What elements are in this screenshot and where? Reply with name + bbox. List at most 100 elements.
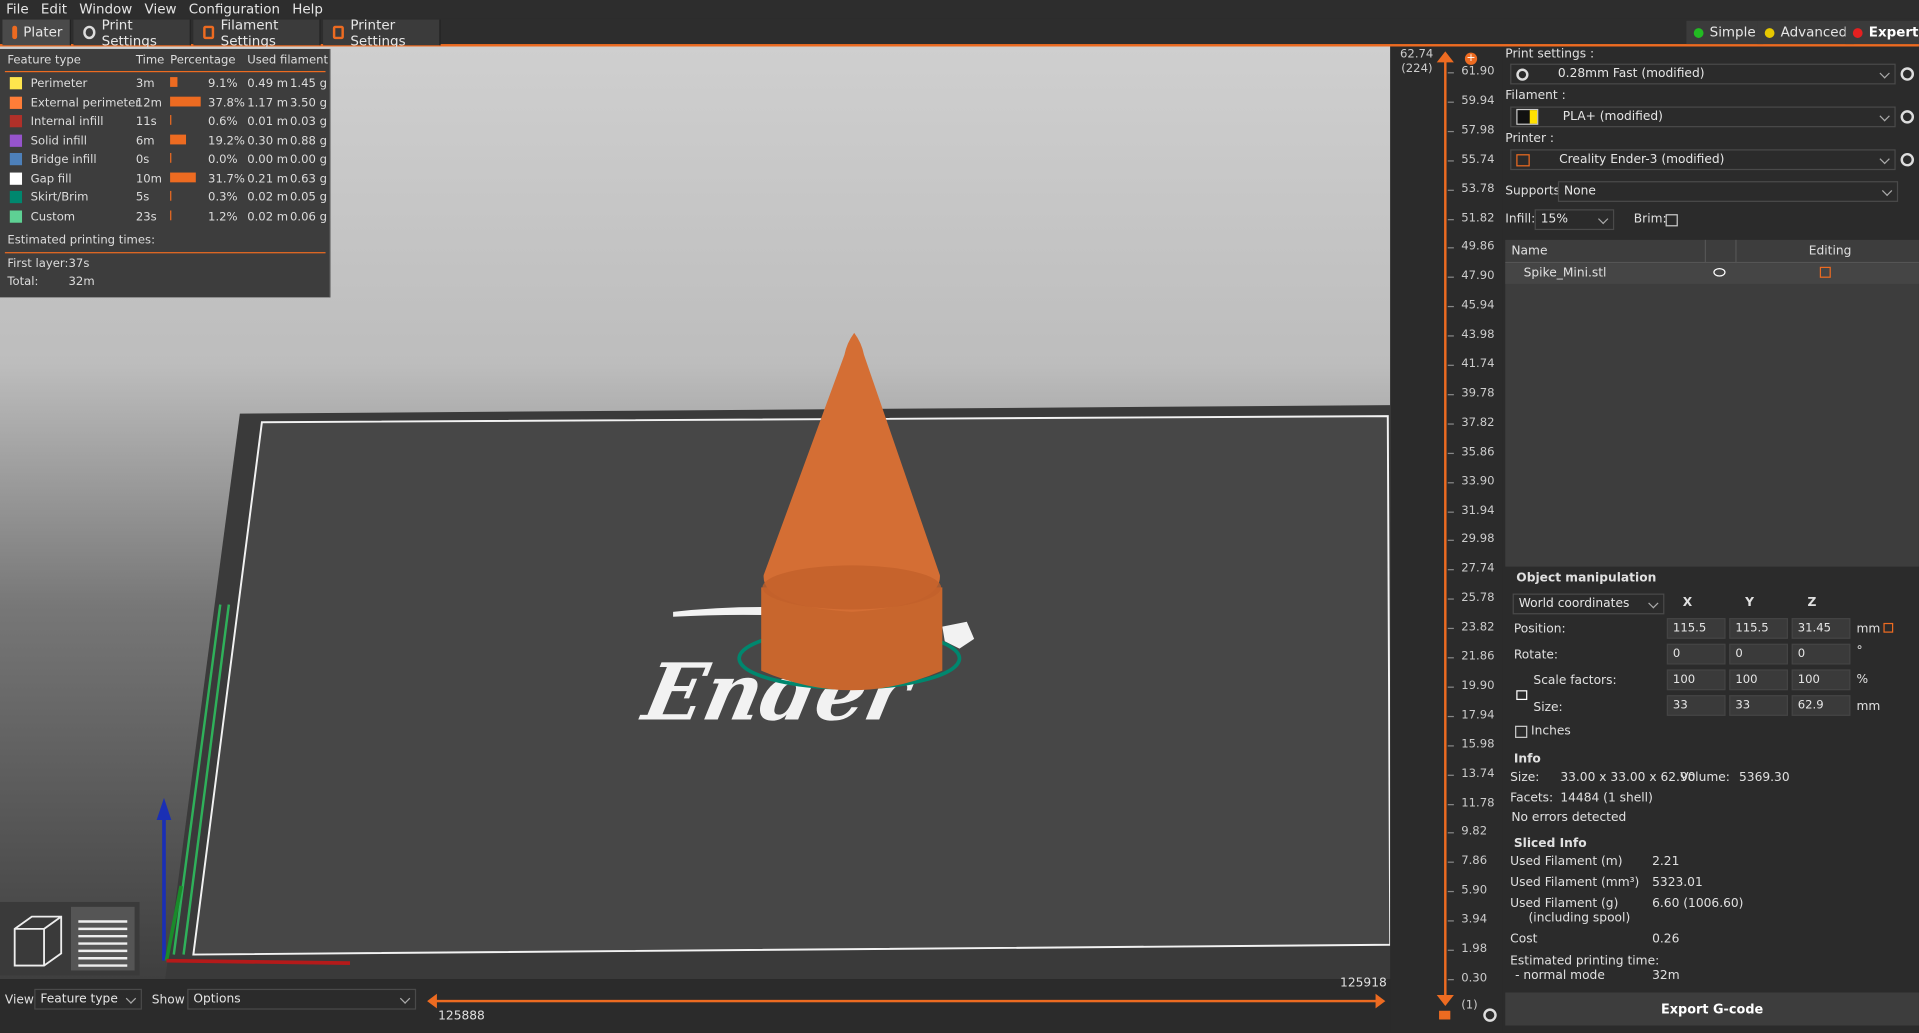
layer-slider-track[interactable] [1444, 58, 1447, 1002]
filament-edit-icon[interactable] [1900, 110, 1915, 124]
tab-printer-settings[interactable]: Printer Settings [323, 17, 441, 48]
mode-advanced[interactable]: Advanced [1757, 20, 1855, 45]
scale-z-input[interactable]: 100 [1791, 669, 1851, 691]
scale-y-input[interactable]: 100 [1729, 669, 1788, 691]
object-manipulation-title: Object manipulation [1516, 571, 1657, 585]
menu-window[interactable]: Window [73, 1, 138, 17]
mode-expert[interactable]: Expert [1845, 20, 1919, 45]
legend-percentage: 0.6% [208, 115, 238, 129]
mode-expert-dot-icon [1852, 27, 1863, 38]
legend-length: 0.01 m [247, 115, 289, 129]
legend-row[interactable]: Perimeter 3m 9.1% 0.49 m 1.45 g [0, 77, 330, 94]
rotate-y-input[interactable]: 0 [1729, 643, 1788, 665]
printer-icon [332, 25, 345, 40]
menu-configuration[interactable]: Configuration [183, 1, 287, 17]
lock-icon[interactable] [1439, 1010, 1451, 1020]
move-slider-start-thumb[interactable] [427, 993, 437, 1009]
brim-checkbox[interactable] [1665, 214, 1678, 227]
layer-tick-label: 13.74 [1461, 766, 1495, 781]
size-label: Size: [1533, 701, 1563, 715]
3d-view-button[interactable] [4, 906, 69, 971]
object-row[interactable]: Spike_Mini.stl [1505, 263, 1919, 284]
layer-tick-mark [1447, 920, 1454, 922]
layer-tick-label: 47.90 [1461, 269, 1495, 284]
eye-icon[interactable] [1713, 268, 1726, 277]
size-z-input[interactable]: 62.9 [1791, 695, 1851, 716]
show-options-combo[interactable]: Options [187, 988, 417, 1010]
print-settings-edit-icon[interactable] [1900, 67, 1915, 81]
filament-value: PLA+ (modified) [1562, 110, 1663, 124]
layer-settings-gear-icon[interactable] [1483, 1008, 1497, 1022]
export-gcode-button[interactable]: Export G-code [1505, 992, 1919, 1026]
legend-length: 0.30 m [247, 134, 289, 148]
position-label: Position: [1513, 622, 1566, 637]
coordinate-system-combo[interactable]: World coordinates [1512, 593, 1665, 615]
filament-color-swatch-icon [1516, 108, 1539, 125]
rotate-x-input[interactable]: 0 [1666, 643, 1726, 665]
layer-tick-mark [1447, 510, 1454, 513]
info-volume-value: 5369.30 [1739, 770, 1790, 785]
scale-x-input[interactable]: 100 [1666, 669, 1726, 691]
printer-combo[interactable]: Creality Ender-3 (modified) [1510, 149, 1896, 171]
printer-icon [1516, 153, 1530, 166]
add-color-change-icon[interactable]: + [1464, 52, 1478, 65]
layer-tick-mark [1447, 276, 1454, 279]
layer-slider[interactable]: 62.74 (224) + 61.90 59.94 57.98 55.74 53.78 5… [1390, 46, 1503, 1033]
move-slider-track[interactable] [432, 999, 1381, 1003]
menu-help[interactable]: Help [286, 1, 329, 17]
layer-tick-label: 43.98 [1461, 328, 1495, 342]
legend-percentage: 37.8% [208, 96, 245, 110]
legend-total-value: 32m [68, 275, 95, 289]
legend-row[interactable]: Internal infill 11s 0.6% 0.01 m 0.03 g [0, 115, 330, 132]
est-time-value: 32m [1652, 969, 1680, 983]
move-slider-end-value: 125918 [1340, 976, 1387, 991]
layer-slider-upper-thumb[interactable] [1436, 51, 1454, 63]
edit-icon[interactable] [1819, 266, 1831, 278]
legend-color-swatch [9, 171, 23, 185]
object-list: Name Editing Spike_Mini.stl [1505, 239, 1919, 567]
est-time-label: Estimated printing time: [1510, 954, 1660, 969]
legend-row[interactable]: Bridge infill 0s 0.0% 0.00 m 0.00 g [0, 152, 330, 170]
menu-file[interactable]: File [0, 1, 35, 17]
view-type-combo[interactable]: Feature type [34, 988, 142, 1010]
legend-row[interactable]: Custom 23s 1.2% 0.02 m 0.06 g [0, 209, 330, 227]
mode-simple[interactable]: Simple [1686, 20, 1763, 45]
list-editing-header[interactable]: Editing [1809, 245, 1852, 258]
supports-combo[interactable]: None [1557, 181, 1899, 202]
layer-tick-mark [1447, 189, 1454, 191]
infill-combo[interactable]: 15% [1534, 209, 1615, 231]
list-name-header[interactable]: Name [1511, 245, 1547, 258]
menu-view[interactable]: View [138, 1, 182, 17]
legend-row[interactable]: Gap fill 10m 31.7% 0.21 m 0.63 g [0, 171, 330, 189]
lock-scale-icon[interactable] [1516, 690, 1528, 701]
layers-icon [78, 920, 128, 967]
legend-time: 23s [135, 209, 157, 224]
legend-row[interactable]: External perimeter 12m 37.8% 1.17 m 3.50 g [0, 96, 330, 113]
infill-label: Infill: [1505, 212, 1536, 227]
layer-tick-label: 1.98 [1461, 942, 1488, 956]
size-x-input[interactable]: 33 [1666, 695, 1726, 716]
layer-tick-mark [1447, 569, 1454, 571]
rotate-z-input[interactable]: 0 [1791, 643, 1851, 665]
drop-to-bed-icon[interactable] [1883, 622, 1894, 633]
size-y-input[interactable]: 33 [1729, 695, 1788, 716]
legend-row[interactable]: Skirt/Brim 5s 0.3% 0.02 m 0.05 g [0, 190, 330, 208]
rotate-unit: ° [1856, 644, 1863, 659]
layer-slider-lower-thumb[interactable] [1436, 994, 1454, 1006]
position-y-input[interactable]: 115.5 [1729, 618, 1788, 639]
position-z-input[interactable]: 31.45 [1791, 618, 1851, 639]
preview-view-button[interactable] [70, 906, 135, 971]
inches-checkbox[interactable] [1515, 725, 1528, 738]
menu-edit[interactable]: Edit [35, 1, 73, 17]
tab-plater[interactable]: Plater [2, 19, 71, 46]
right-sidebar: Print settings : 0.28mm Fast (modified) … [1502, 46, 1919, 1033]
print-settings-combo[interactable]: 0.28mm Fast (modified) [1510, 63, 1896, 85]
tab-filament-settings[interactable]: Filament Settings [193, 17, 321, 48]
move-slider-end-thumb[interactable] [1375, 993, 1386, 1009]
tab-print-settings[interactable]: Print Settings [73, 17, 191, 48]
legend-row[interactable]: Solid infill 6m 19.2% 0.30 m 0.88 g [0, 134, 330, 151]
position-x-input[interactable]: 115.5 [1666, 618, 1726, 639]
filament-combo[interactable]: PLA+ (modified) [1510, 106, 1896, 128]
printer-edit-icon[interactable] [1900, 152, 1915, 167]
legend-time: 0s [135, 152, 150, 167]
